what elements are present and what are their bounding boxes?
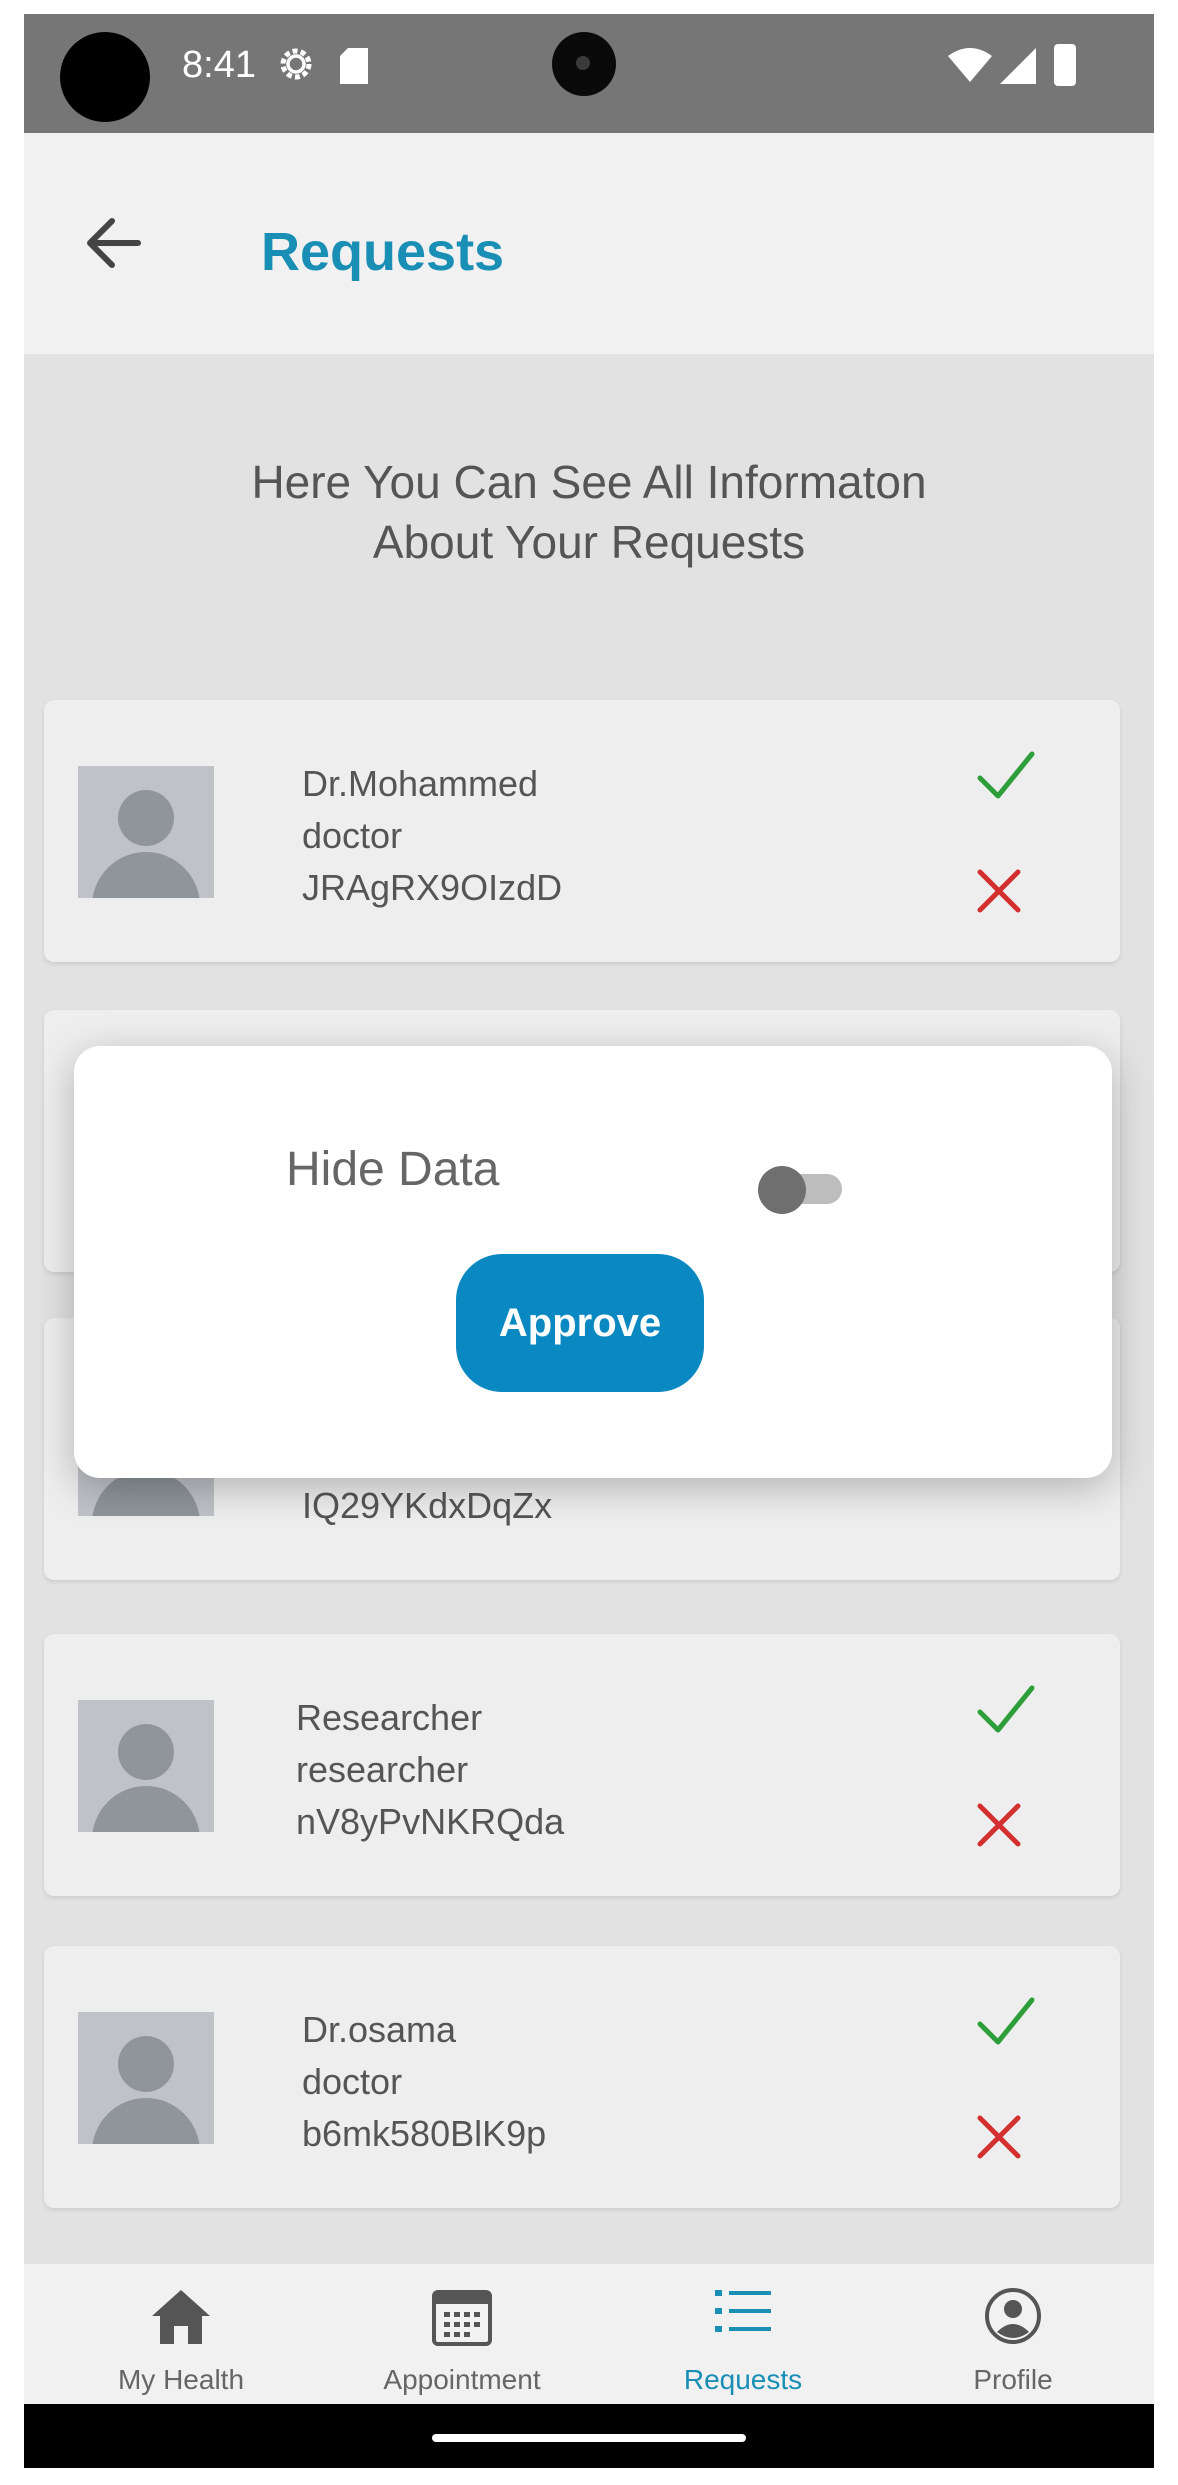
status-bar: 8:41: [24, 14, 1154, 133]
list-icon: [715, 2290, 771, 2332]
page-title: Requests: [261, 222, 505, 282]
status-time: 8:41: [182, 44, 256, 86]
nav-label: Requests: [683, 2364, 803, 2395]
approve-button[interactable]: Approve: [456, 1254, 704, 1392]
request-name: Dr.osama: [302, 2009, 457, 2050]
camera-cutout: [60, 32, 150, 122]
sd-card-icon: [340, 48, 368, 84]
approve-check-icon[interactable]: [976, 1994, 1036, 2050]
request-info: Researcher researcher nV8yPvNKRQda: [296, 1692, 564, 1848]
request-role: doctor: [302, 815, 403, 856]
request-info: Dr.osama doctor b6mk580BlK9p: [302, 2004, 546, 2160]
settings-icon: [280, 48, 312, 80]
back-arrow-icon[interactable]: [76, 203, 156, 283]
request-id: JRAgRX9OIzdD: [302, 867, 563, 908]
request-role: doctor: [302, 2061, 403, 2102]
request-card: Dr.Mohammed doctor JRAgRX9OIzdD: [44, 700, 1120, 962]
request-info: IQ29YKdxDqZx: [302, 1480, 552, 1532]
request-info: Dr.Mohammed doctor JRAgRX9OIzdD: [302, 758, 562, 914]
calendar-icon: [432, 2290, 492, 2346]
request-card: Dr.osama doctor b6mk580BlK9p: [44, 1946, 1120, 2208]
request-name: Researcher: [296, 1697, 483, 1738]
bottom-navigation: My Health Appointment Requests Profile: [24, 2264, 1154, 2404]
hide-data-label: Hide Data: [286, 1143, 500, 1196]
phone-screen: 8:41 Requests Here You Can See All Infor…: [24, 14, 1154, 2468]
reject-cross-icon[interactable]: [974, 866, 1024, 916]
wifi-icon: [948, 48, 992, 82]
request-card: Researcher researcher nV8yPvNKRQda: [44, 1634, 1120, 1896]
home-icon: [152, 2290, 210, 2344]
home-indicator[interactable]: [432, 2434, 746, 2442]
nav-label: My Health: [117, 2364, 245, 2395]
approve-check-icon[interactable]: [976, 1682, 1036, 1738]
subtitle-line-2: About Your Requests: [372, 516, 806, 568]
app-bar: Requests: [24, 133, 1154, 354]
page-subtitle: Here You Can See All Informaton About Yo…: [24, 452, 1154, 572]
profile-icon: [985, 2288, 1041, 2344]
nav-item-requests[interactable]: Requests: [602, 2264, 884, 2404]
nav-label: Profile: [973, 2364, 1053, 2395]
nav-item-profile[interactable]: Profile: [872, 2264, 1154, 2404]
reject-cross-icon[interactable]: [974, 1800, 1024, 1850]
request-id: b6mk580BlK9p: [302, 2113, 547, 2154]
avatar-placeholder-icon: [78, 1700, 214, 1832]
hide-data-toggle[interactable]: [758, 1164, 842, 1214]
nav-item-appointment[interactable]: Appointment: [321, 2264, 603, 2404]
avatar-placeholder-icon: [78, 2012, 214, 2144]
nav-item-my-health[interactable]: My Health: [40, 2264, 322, 2404]
approve-dialog: Hide Data Approve: [74, 1046, 1112, 1478]
subtitle-line-1: Here You Can See All Informaton: [251, 456, 927, 508]
front-camera: [552, 32, 616, 96]
reject-cross-icon[interactable]: [974, 2112, 1024, 2162]
request-role: researcher: [296, 1749, 469, 1790]
toggle-thumb: [758, 1166, 806, 1214]
signal-icon: [1000, 48, 1036, 84]
nav-label: Appointment: [383, 2364, 541, 2395]
battery-icon: [1054, 44, 1076, 86]
request-name: Dr.Mohammed: [302, 763, 539, 804]
request-id: nV8yPvNKRQda: [296, 1801, 565, 1842]
avatar-placeholder-icon: [78, 766, 214, 898]
request-id: IQ29YKdxDqZx: [302, 1485, 553, 1526]
approve-check-icon[interactable]: [976, 748, 1036, 804]
